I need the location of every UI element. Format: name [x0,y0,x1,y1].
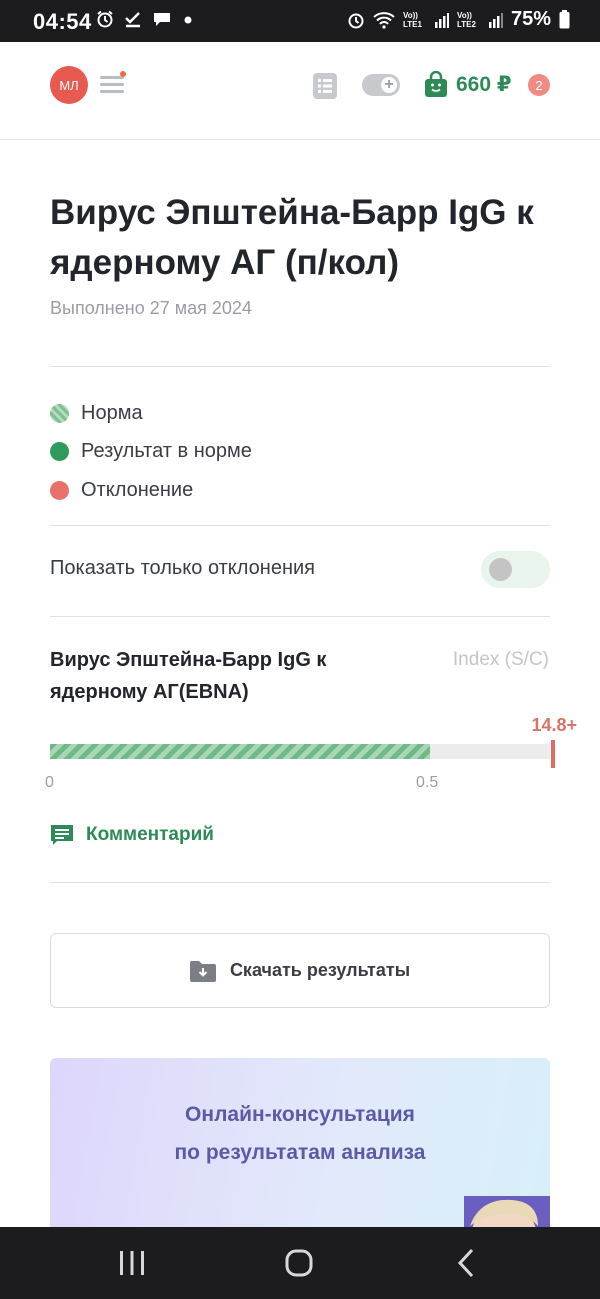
sim1-label: Vo)) LTE1 [402,10,422,29]
download-label: Скачать результаты [229,960,411,980]
orders-list-icon[interactable] [313,73,337,99]
test-unit: Index (S/C) [452,649,549,670]
system-nav-bar [0,1227,600,1299]
comment-link[interactable]: Комментарий [50,823,214,847]
alarm-icon [97,10,113,28]
result-value: 14.8+ [531,715,577,735]
folder-download-icon [189,960,216,982]
menu-icon[interactable] [100,71,126,97]
battery-icon [559,10,570,29]
norm-swatch-icon [50,403,69,423]
result-marker [551,740,555,768]
sim2-label: Vo)) LTE2 [456,10,476,29]
range-max-label: 0.5 [416,774,439,791]
battery-percent: 75% [510,8,551,30]
ok-swatch-icon [50,442,69,462]
consultation-title-line1: Онлайн-консультация [185,1103,415,1126]
home-icon[interactable] [279,1247,319,1279]
divider [50,616,550,617]
legend-label: Норма [81,401,143,424]
status-bar: 04:54 Vo)) LTE1 Vo)) LTE2 75% [0,0,600,42]
toggle-knob [489,558,512,581]
comment-label: Комментарий [86,824,214,845]
consultation-title: Онлайн-консультация по результатам анали… [50,1096,550,1172]
alarm-icon [348,13,364,28]
download-results-button[interactable]: Скачать результаты [50,933,550,1008]
deviations-filter-label: Показать только отклонения [50,557,315,579]
dot-icon [184,16,192,24]
range-min-label: 0 [45,774,54,791]
legend-item-ok: Результат в норме [50,433,252,472]
status-notification-icons [96,10,194,28]
comment-icon [51,825,73,845]
signal-icon [434,12,449,28]
consultation-title-line2: по результатам анализа [174,1141,426,1164]
signal-icon [488,12,503,28]
legend-label: Отклонение [81,478,194,501]
deviation-swatch-icon [50,480,69,500]
notification-dot [120,71,126,77]
test-name: Вирус Эпштейна-Барр IgG к ядерному АГ(EB… [50,649,327,703]
avatar[interactable]: МЛ [50,66,88,104]
wifi-icon [373,11,395,29]
legend: Норма Результат в норме Отклонение [50,394,252,510]
divider [50,525,550,526]
bag-icon[interactable] [425,71,447,97]
divider [50,882,550,883]
deviations-only-toggle[interactable] [481,551,550,588]
status-system-icons: Vo)) LTE1 Vo)) LTE2 75% [347,8,570,31]
completed-date: Выполнено 27 мая 2024 [50,298,252,318]
recent-apps-icon[interactable] [112,1247,152,1279]
add-toggle-icon[interactable]: + [362,74,400,96]
app-header: МЛ + 660 ₽ 2 [0,42,600,140]
cart-count-badge[interactable]: 2 [528,74,550,96]
legend-item-deviation: Отклонение [50,471,252,510]
divider [50,366,550,367]
balance-amount[interactable]: 660 ₽ [456,72,511,97]
status-time: 04:54 [33,9,92,34]
check-icon [125,12,140,28]
page-title: Вирус Эпштейна-Барр IgG к ядерному АГ (п… [50,193,534,282]
legend-item-norm: Норма [50,394,252,433]
chat-icon [154,13,170,26]
norm-range-fill [50,744,430,759]
back-icon[interactable] [448,1247,488,1279]
reference-range-bar [50,744,550,759]
legend-label: Результат в норме [81,440,252,463]
